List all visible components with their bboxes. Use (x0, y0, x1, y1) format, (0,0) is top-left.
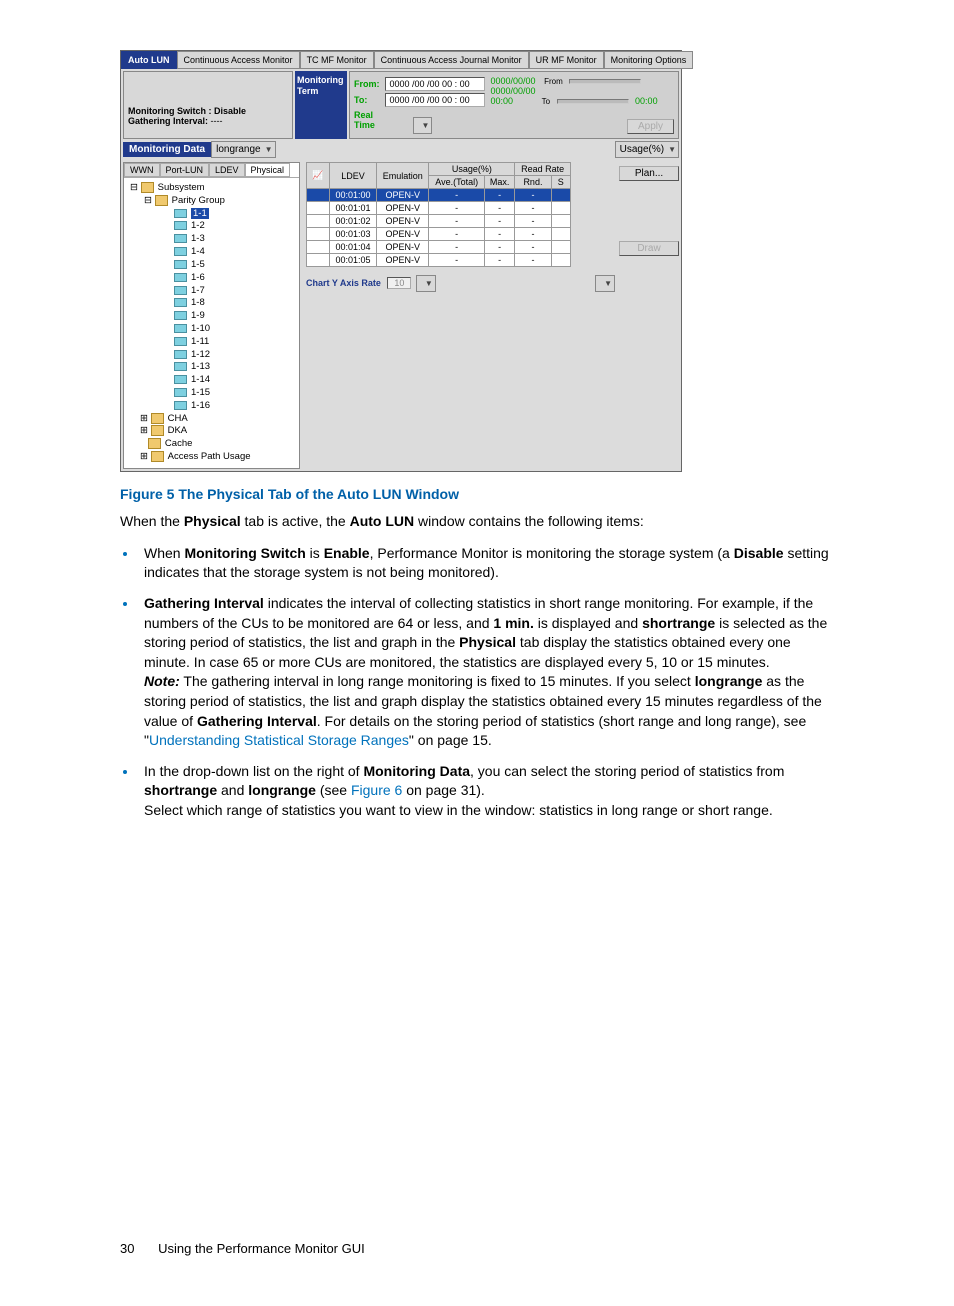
col-readrate[interactable]: Read Rate (515, 163, 571, 176)
footer-title: Using the Performance Monitor GUI (158, 1241, 365, 1256)
tab-ca-journal-monitor[interactable]: Continuous Access Journal Monitor (374, 51, 529, 69)
tree-tab-ldev[interactable]: LDEV (209, 163, 245, 177)
intro-text: When the Physical tab is active, the Aut… (120, 512, 839, 531)
slider-to-label: To (542, 97, 550, 106)
link-storage-ranges[interactable]: Understanding Statistical Storage Ranges (149, 732, 409, 748)
tree-pane: WWN Port-LUN LDEV Physical ⊟ Subsystem ⊟… (123, 162, 300, 469)
gathering-interval-label: Gathering Interval: (128, 116, 208, 126)
col-usage[interactable]: Usage(%) (429, 163, 515, 176)
tree-dka[interactable]: ⊞ DKA (130, 425, 293, 438)
col-max[interactable]: Max. (484, 176, 514, 189)
tree-leaf-1-16[interactable]: 1-16 (130, 400, 293, 413)
chart-y-combo[interactable]: ▼ (416, 275, 436, 292)
tree-leaf-1-2[interactable]: 1-2 (130, 220, 293, 233)
col-ave[interactable]: Ave.(Total) (429, 176, 484, 189)
tree-leaf-1-10[interactable]: 1-10 (130, 323, 293, 336)
tree-leaf-1-11[interactable]: 1-11 (130, 336, 293, 349)
tab-ur-mf-monitor[interactable]: UR MF Monitor (529, 51, 604, 69)
realtime-radio[interactable]: Real Time (354, 110, 382, 130)
tree-leaf-1-4[interactable]: 1-4 (130, 246, 293, 259)
list-item: Gathering Interval indicates the interva… (138, 593, 839, 751)
chart-y-label: Chart Y Axis Rate (306, 278, 381, 288)
col-s[interactable]: S (551, 176, 570, 189)
hint-date-2: 0000/00/00 (491, 86, 536, 96)
from-input[interactable]: 0000 /00 /00 00 : 00 (385, 77, 485, 91)
tree-root[interactable]: ⊟ Subsystem (130, 182, 293, 195)
col-ldev[interactable]: LDEV (330, 163, 377, 189)
tree-leaf-1-1[interactable]: 1-1 (130, 208, 293, 221)
ldev-table: 📈 LDEV Emulation Usage(%) Read Rate Ave.… (306, 162, 571, 267)
table-row[interactable]: 00:01:05OPEN-V--- (307, 254, 571, 267)
table-row[interactable]: 00:01:02OPEN-V--- (307, 215, 571, 228)
monitoring-data-label: Monitoring Data (123, 142, 211, 157)
hint-time-1: 00:00 (491, 96, 514, 106)
bullet-list: When Monitoring Switch is Enable, Perfor… (138, 543, 839, 821)
tree-leaf-1-7[interactable]: 1-7 (130, 285, 293, 298)
tab-ca-monitor[interactable]: Continuous Access Monitor (177, 51, 300, 69)
monitoring-switch-value: Disable (214, 106, 246, 116)
slider-from-label: From (544, 77, 563, 86)
figure-caption: Figure 5 The Physical Tab of the Auto LU… (120, 486, 839, 502)
gathering-interval-value: ---- (211, 116, 223, 126)
chart-icon[interactable]: 📈 (307, 163, 330, 189)
to-label: To: (354, 95, 382, 105)
tree-tab-portlun[interactable]: Port-LUN (160, 163, 210, 177)
from-label: From: (354, 79, 382, 89)
col-emulation[interactable]: Emulation (377, 163, 429, 189)
table-row[interactable]: 00:01:01OPEN-V--- (307, 202, 571, 215)
monitoring-switch-label: Monitoring Switch : (128, 106, 212, 116)
tab-monitoring-options[interactable]: Monitoring Options (604, 51, 694, 69)
tree-access-path-usage[interactable]: ⊞ Access Path Usage (130, 451, 293, 464)
col-rnd[interactable]: Rnd. (515, 176, 551, 189)
page-footer: 30 Using the Performance Monitor GUI (120, 1241, 839, 1256)
monitoring-term-label: Monitoring Term (295, 71, 347, 139)
table-row[interactable]: 00:01:04OPEN-V--- (307, 241, 571, 254)
tree-leaf-1-13[interactable]: 1-13 (130, 361, 293, 374)
apply-button[interactable]: Apply (627, 119, 674, 134)
tab-auto-lun[interactable]: Auto LUN (121, 51, 177, 69)
tab-tc-mf-monitor[interactable]: TC MF Monitor (300, 51, 374, 69)
hint-date-1: 0000/00/00 (491, 76, 536, 86)
plan-button[interactable]: Plan... (619, 166, 679, 181)
tree-leaf-1-3[interactable]: 1-3 (130, 233, 293, 246)
tree-leaf-1-9[interactable]: 1-9 (130, 310, 293, 323)
status-panel: Monitoring Switch : Disable Gathering In… (123, 71, 293, 139)
from-slider[interactable] (569, 79, 641, 84)
tree-leaf-1-14[interactable]: 1-14 (130, 374, 293, 387)
to-input[interactable]: 0000 /00 /00 00 : 00 (385, 93, 485, 107)
tree-cache[interactable]: Cache (130, 438, 293, 451)
monitoring-data-combo[interactable]: longrange▼ (211, 141, 275, 158)
tree-leaf-1-12[interactable]: 1-12 (130, 349, 293, 362)
usage-combo[interactable]: Usage(%)▼ (615, 141, 679, 158)
tree-leaf-1-8[interactable]: 1-8 (130, 297, 293, 310)
tree-leaf-1-15[interactable]: 1-15 (130, 387, 293, 400)
link-figure-6[interactable]: Figure 6 (351, 782, 402, 798)
realtime-combo[interactable]: ▼ (413, 117, 433, 134)
page-number: 30 (120, 1241, 134, 1256)
tree-leaf-1-5[interactable]: 1-5 (130, 259, 293, 272)
tree-tab-wwn[interactable]: WWN (124, 163, 160, 177)
table-row[interactable]: 00:01:00OPEN-V--- (307, 189, 571, 202)
draw-button[interactable]: Draw (619, 241, 679, 256)
tree-leaf-1-6[interactable]: 1-6 (130, 272, 293, 285)
top-tabstrip: Auto LUN Continuous Access Monitor TC MF… (121, 51, 681, 69)
autolun-screenshot: Auto LUN Continuous Access Monitor TC MF… (120, 50, 682, 472)
chart-y-value: 10 (387, 277, 411, 289)
table-row[interactable]: 00:01:03OPEN-V--- (307, 228, 571, 241)
tree-cha[interactable]: ⊞ CHA (130, 413, 293, 426)
time-panel: From: 0000 /00 /00 00 : 00 To: 0000 /00 … (349, 71, 679, 139)
to-slider[interactable] (557, 99, 629, 104)
hint-time-2: 00:00 (635, 96, 658, 106)
list-item: In the drop-down list on the right of Mo… (138, 761, 839, 821)
chart-right-combo[interactable]: ▼ (595, 275, 615, 292)
tree-tab-physical[interactable]: Physical (245, 163, 291, 177)
tree-parity-group[interactable]: ⊟ Parity Group (130, 195, 293, 208)
list-item: When Monitoring Switch is Enable, Perfor… (138, 543, 839, 583)
